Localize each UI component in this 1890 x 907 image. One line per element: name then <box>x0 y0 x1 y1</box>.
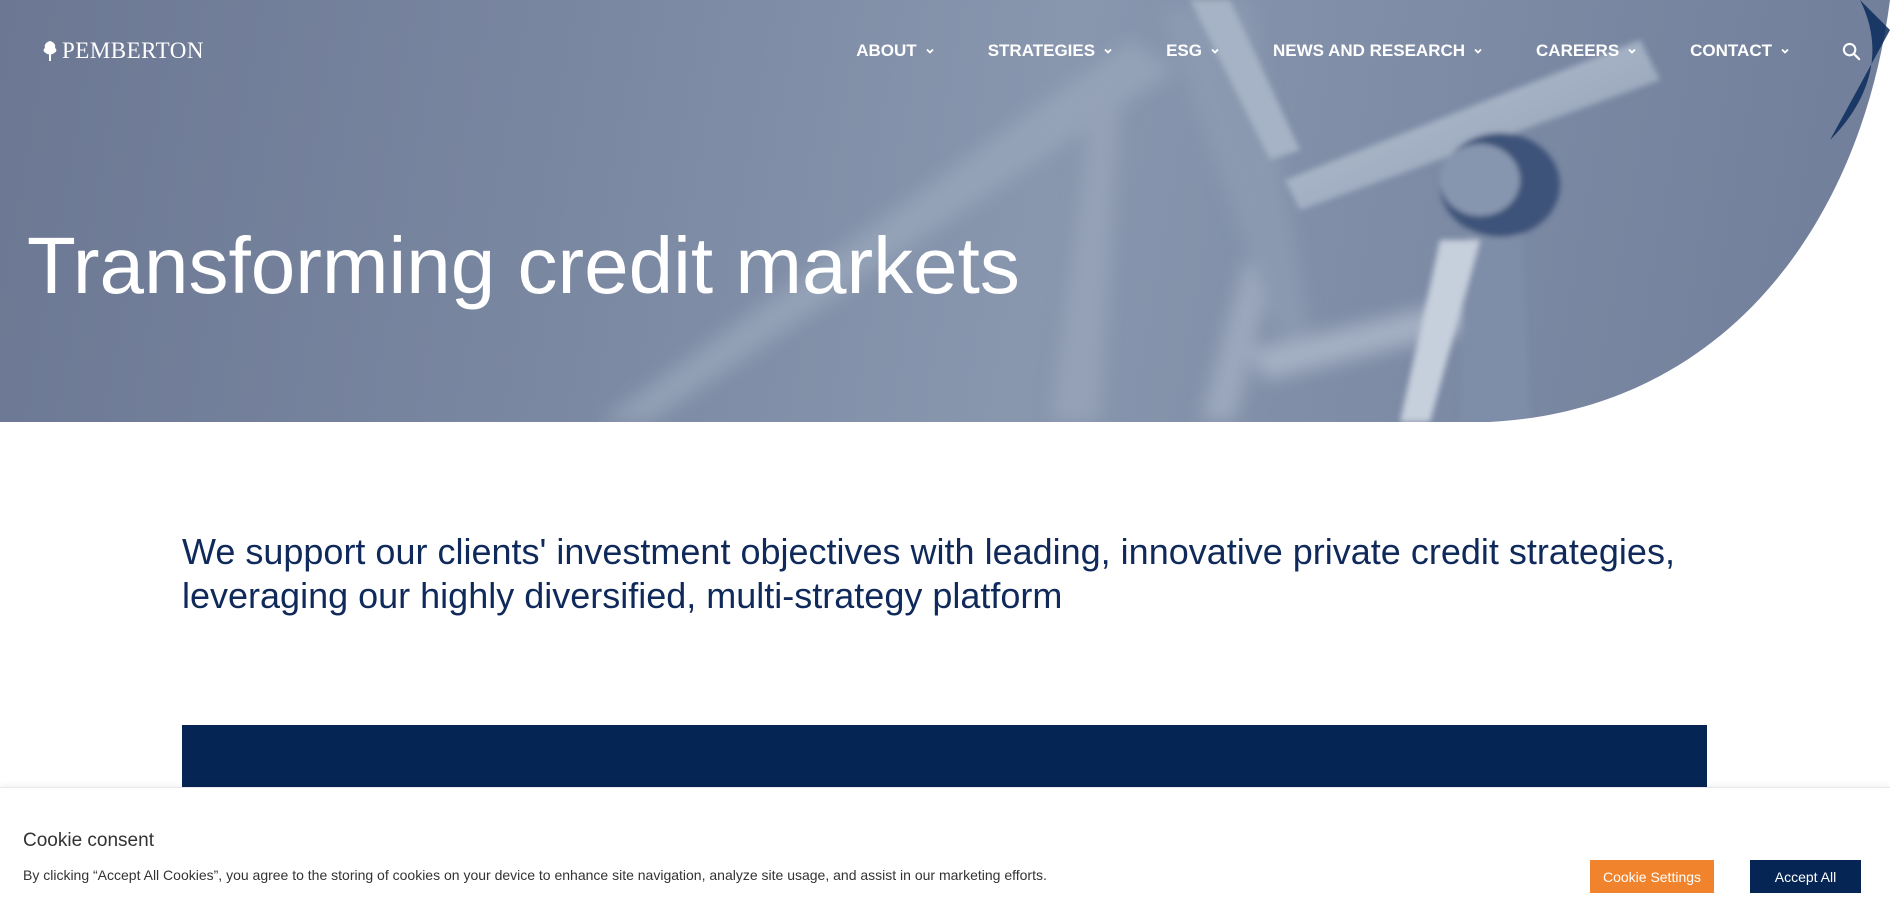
nav-item-contact[interactable]: CONTACT <box>1690 41 1790 61</box>
intro-statement: We support our clients' investment objec… <box>182 531 1675 616</box>
nav-item-label: ABOUT <box>856 41 917 60</box>
chevron-down-icon <box>1104 48 1112 54</box>
nav-item-esg[interactable]: ESG <box>1166 41 1220 61</box>
cookie-title: Cookie consent <box>23 830 154 851</box>
chevron-down-icon <box>1628 48 1636 54</box>
nav-item-news-and-research[interactable]: NEWS AND RESEARCH <box>1273 41 1483 61</box>
accept-all-button[interactable]: Accept All <box>1750 860 1861 893</box>
nav-item-label: CAREERS <box>1536 41 1620 60</box>
tree-icon <box>43 41 57 61</box>
nav-item-label: STRATEGIES <box>987 41 1096 60</box>
nav-item-label: NEWS AND RESEARCH <box>1272 41 1466 60</box>
search-icon <box>1842 42 1861 60</box>
search-button[interactable] <box>1842 41 1862 61</box>
main-nav: ABOUT STRATEGIES ESG NEWS AND RESEARCH C… <box>856 36 1890 66</box>
nav-item-label: CONTACT <box>1690 41 1772 60</box>
nav-item-about[interactable]: ABOUT <box>856 41 934 61</box>
cookie-description: By clicking “Accept All Cookies”, you ag… <box>23 867 1047 883</box>
nav-item-label: ESG <box>1166 41 1202 60</box>
logo-text: PEMBERTON <box>62 38 204 63</box>
chevron-down-icon <box>1781 48 1789 54</box>
nav-item-careers[interactable]: CAREERS <box>1536 41 1637 61</box>
hero-banner: PEMBERTON ABOUT STRATEGIES ESG NEWS AND … <box>0 0 1890 422</box>
hero-title: Transforming credit markets <box>27 221 1020 310</box>
cookie-settings-button[interactable]: Cookie Settings <box>1590 860 1714 893</box>
chevron-down-icon <box>1211 48 1219 54</box>
cookie-consent-banner: Cookie consent By clicking “Accept All C… <box>0 787 1890 907</box>
chevron-down-icon <box>1474 48 1482 54</box>
chevron-down-icon <box>926 48 934 54</box>
nav-item-strategies[interactable]: STRATEGIES <box>988 41 1113 61</box>
logo[interactable]: PEMBERTON <box>42 36 204 66</box>
